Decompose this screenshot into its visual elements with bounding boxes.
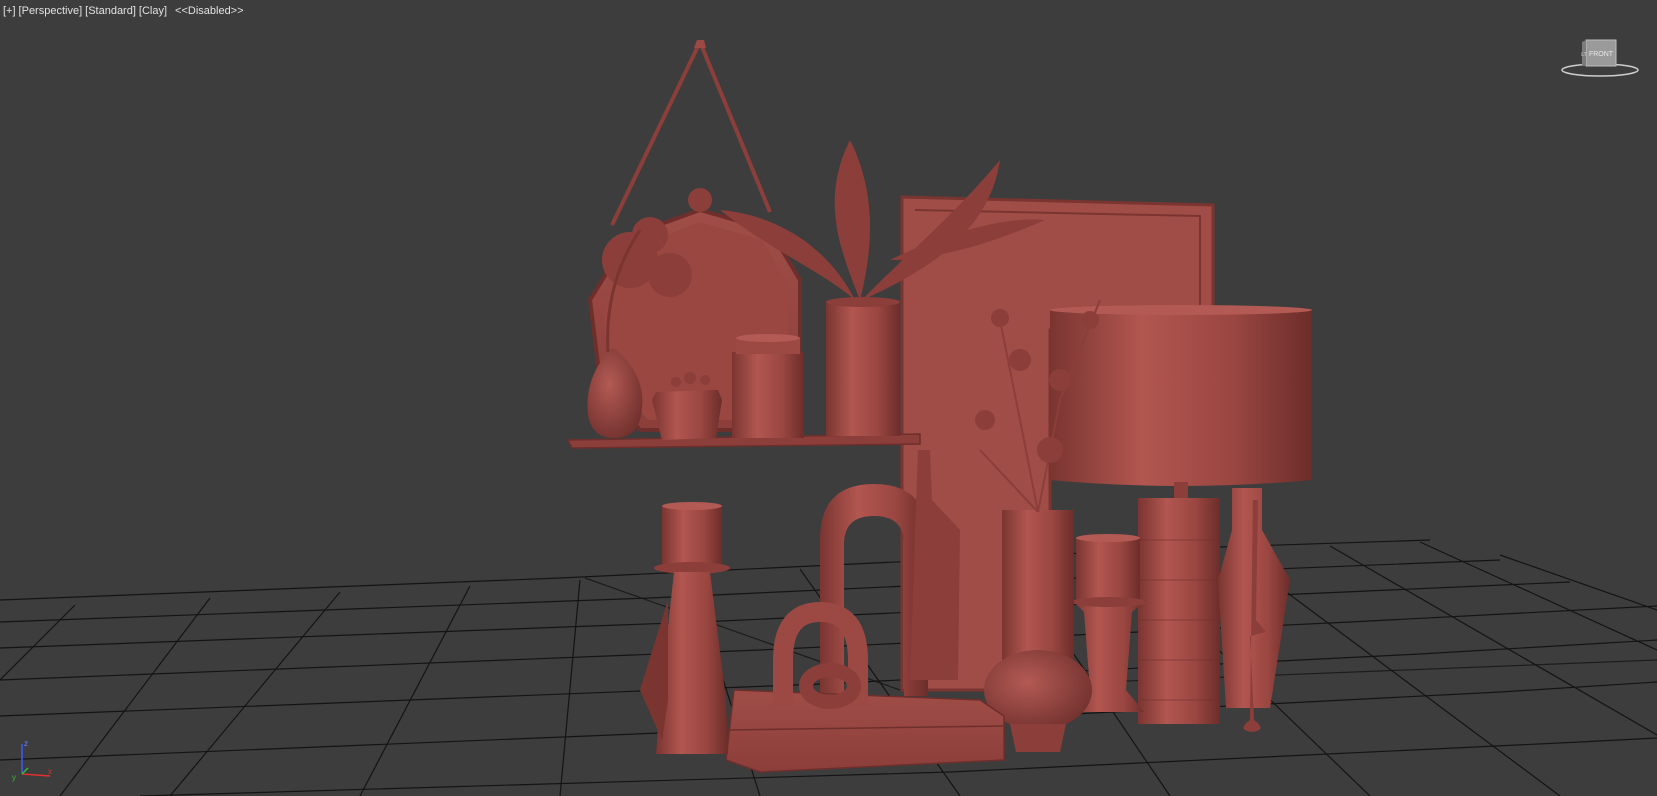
axis-x-label: x bbox=[48, 767, 52, 776]
candlestick-left[interactable] bbox=[640, 502, 730, 754]
scene-canvas[interactable] bbox=[0, 0, 1657, 796]
viewcube[interactable]: FRONT LT bbox=[1560, 36, 1640, 80]
viewport-shading-menu[interactable]: [Clay] bbox=[139, 5, 167, 17]
viewport-label-bar: [+] [Perspective] [Standard] [Clay] <<Di… bbox=[3, 5, 244, 17]
viewport-plus-menu[interactable]: [+] bbox=[3, 5, 16, 17]
clay-scene[interactable] bbox=[566, 40, 1312, 773]
perspective-viewport[interactable]: [+] [Perspective] [Standard] [Clay] <<Di… bbox=[0, 0, 1657, 796]
viewport-status-label: <<Disabled>> bbox=[175, 5, 244, 17]
axis-tripod: z x y bbox=[12, 739, 52, 782]
viewcube-front-face[interactable]: FRONT bbox=[1589, 51, 1614, 58]
viewport-camera-menu[interactable]: [Standard] bbox=[85, 5, 136, 17]
axis-y-label: y bbox=[12, 773, 16, 782]
axis-z-label: z bbox=[24, 739, 28, 748]
shelf-basket[interactable] bbox=[652, 390, 722, 440]
viewport-point-of-view-menu[interactable]: [Perspective] bbox=[19, 5, 83, 17]
shelf-planter[interactable] bbox=[826, 297, 900, 436]
shelf-jar[interactable] bbox=[732, 334, 804, 438]
viewcube-left-face[interactable]: LT bbox=[1581, 52, 1586, 58]
